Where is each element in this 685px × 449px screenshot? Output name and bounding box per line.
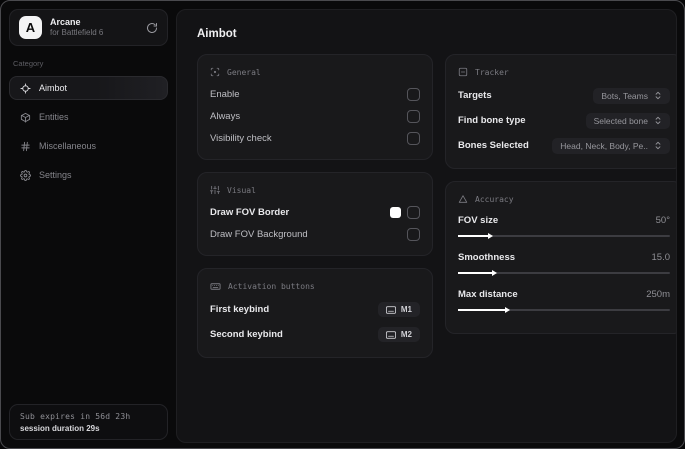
smoothness-value: 15.0: [651, 251, 671, 263]
general-card: General Enable Always Visibility check: [197, 54, 433, 160]
max-distance-label: Max distance: [458, 288, 518, 300]
draw-fov-background-checkbox[interactable]: [407, 227, 420, 241]
tracker-card: Tracker Targets Bots, Teams Find bone ty…: [445, 54, 676, 169]
app-header-card: A Arcane for Battlefield 6: [9, 9, 168, 46]
smoothness-group: Smoothness 15.0: [458, 249, 670, 277]
refresh-icon[interactable]: [146, 22, 158, 34]
main-panel: Aimbot General Enable Always Visibility …: [176, 9, 677, 443]
category-label: Category: [13, 59, 44, 68]
entities-icon: [20, 112, 31, 123]
sliders-icon: [210, 185, 220, 195]
targets-label: Targets: [458, 90, 492, 101]
sidebar-item-label: Settings: [39, 170, 72, 180]
enable-label: Enable: [210, 88, 240, 100]
chevron-up-down-icon: [655, 116, 661, 125]
sidebar: A Arcane for Battlefield 6 Category Aimb…: [1, 1, 176, 448]
visual-card: Visual Draw FOV Border Draw FOV Backgrou…: [197, 172, 433, 256]
card-title: Accuracy: [475, 194, 514, 204]
always-label: Always: [210, 110, 241, 122]
gear-icon: [20, 169, 31, 181]
draw-fov-border-label: Draw FOV Border: [210, 206, 290, 218]
fov-size-label: FOV size: [458, 214, 499, 226]
sidebar-item-miscellaneous[interactable]: Miscellaneous: [9, 134, 168, 158]
targets-select[interactable]: Bots, Teams: [593, 87, 670, 104]
sub-expiry-text: Sub expires in 56d 23h: [20, 412, 131, 421]
page-title: Aimbot: [197, 28, 237, 40]
second-keybind-label: Second keybind: [210, 329, 283, 340]
fov-size-group: FOV size 50°: [458, 212, 670, 240]
visibility-check-checkbox[interactable]: [407, 131, 420, 145]
scan-icon: [210, 67, 220, 77]
first-keybind-button[interactable]: M1: [377, 302, 420, 317]
app-logo: A: [19, 16, 42, 39]
slider-fill: [458, 235, 488, 237]
sidebar-item-aimbot[interactable]: Aimbot: [9, 76, 168, 100]
smoothness-label: Smoothness: [458, 251, 516, 263]
smoothness-slider[interactable]: [458, 268, 670, 277]
session-duration-text: session duration 29s: [20, 424, 100, 433]
app-name: Arcane: [50, 16, 81, 27]
keyboard-icon: [210, 281, 221, 292]
sidebar-item-settings[interactable]: Settings: [9, 163, 168, 187]
fov-size-slider[interactable]: [458, 231, 670, 240]
slider-fill: [458, 309, 505, 311]
card-title: Activation buttons: [228, 281, 315, 291]
bones-selected-label: Bones Selected: [458, 140, 529, 151]
max-distance-group: Max distance 250m: [458, 286, 670, 314]
crosshair-icon: [20, 82, 31, 94]
chevron-up-down-icon: [655, 141, 661, 150]
max-distance-value: 250m: [646, 288, 670, 300]
find-bone-type-select[interactable]: Selected bone: [585, 112, 670, 129]
sidebar-item-label: Miscellaneous: [39, 141, 97, 151]
keyboard-icon: [385, 305, 396, 314]
sidebar-item-entities[interactable]: Entities: [9, 105, 168, 129]
sidebar-item-label: Entities: [39, 112, 69, 122]
fov-size-value: 50°: [655, 214, 670, 226]
enable-checkbox[interactable]: [407, 87, 420, 101]
slider-fill: [458, 272, 492, 274]
draw-fov-background-label: Draw FOV Background: [210, 228, 308, 240]
first-keybind-label: First keybind: [210, 304, 270, 315]
max-distance-slider[interactable]: [458, 305, 670, 314]
triangle-icon: [458, 194, 468, 204]
card-title: Visual: [227, 185, 256, 195]
second-keybind-button[interactable]: M2: [377, 327, 420, 342]
card-title: General: [227, 67, 261, 77]
fov-border-color-swatch[interactable]: [390, 206, 401, 218]
accuracy-card: Accuracy FOV size 50° Smoothness 15.0 Ma…: [445, 181, 676, 334]
chevron-up-down-icon: [655, 91, 661, 100]
keyboard-icon: [385, 330, 396, 339]
activation-buttons-card: Activation buttons First keybind M1 Seco…: [197, 268, 433, 358]
bones-selected-select[interactable]: Head, Neck, Body, Pe..: [552, 137, 670, 154]
app-subtitle: for Battlefield 6: [50, 28, 104, 38]
find-bone-type-label: Find bone type: [458, 115, 526, 126]
square-minus-icon: [458, 67, 468, 77]
sidebar-item-label: Aimbot: [39, 83, 68, 93]
app-window: A Arcane for Battlefield 6 Category Aimb…: [0, 0, 685, 449]
draw-fov-border-checkbox[interactable]: [407, 205, 420, 219]
card-title: Tracker: [475, 67, 509, 77]
subscription-card: Sub expires in 56d 23h session duration …: [9, 404, 168, 440]
grid-icon: [20, 141, 31, 152]
always-checkbox[interactable]: [407, 109, 420, 123]
visibility-check-label: Visibility check: [210, 132, 272, 144]
